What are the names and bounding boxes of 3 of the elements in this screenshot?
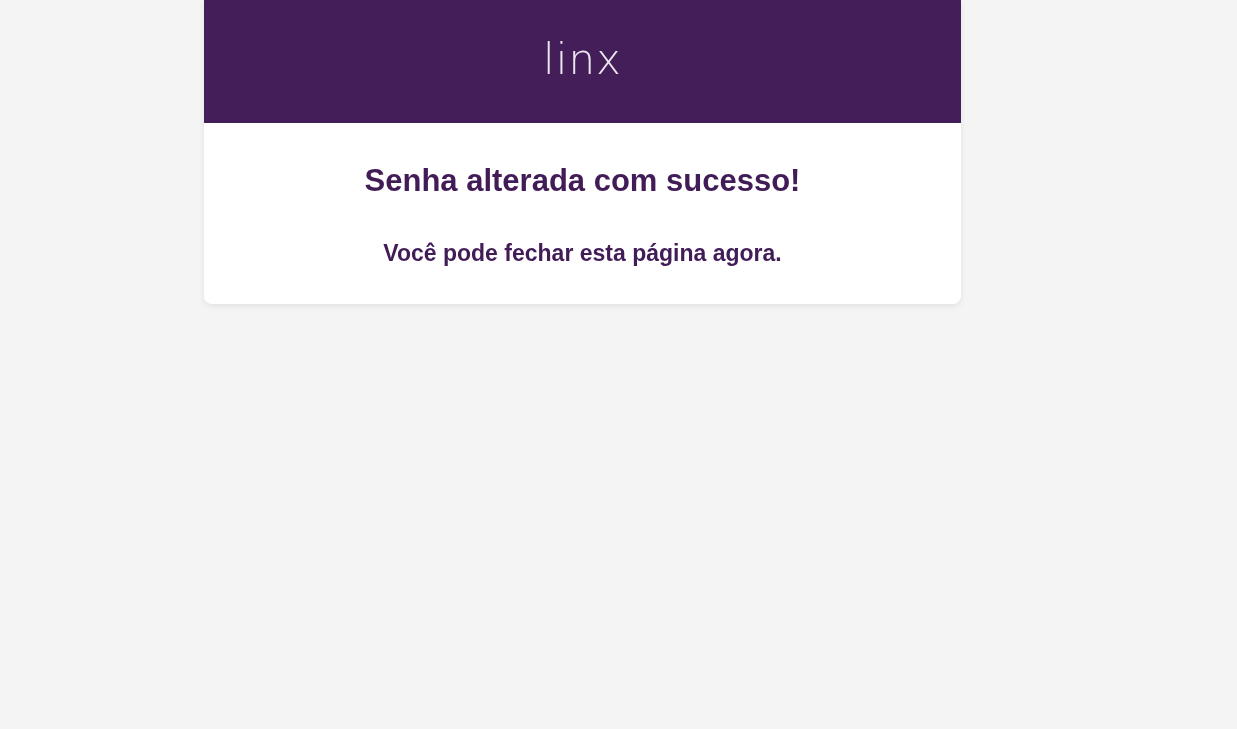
logo: linx	[543, 38, 622, 81]
close-page-message: Você pode fechar esta página agora.	[383, 239, 782, 267]
success-title: Senha alterada com sucesso!	[364, 163, 801, 199]
